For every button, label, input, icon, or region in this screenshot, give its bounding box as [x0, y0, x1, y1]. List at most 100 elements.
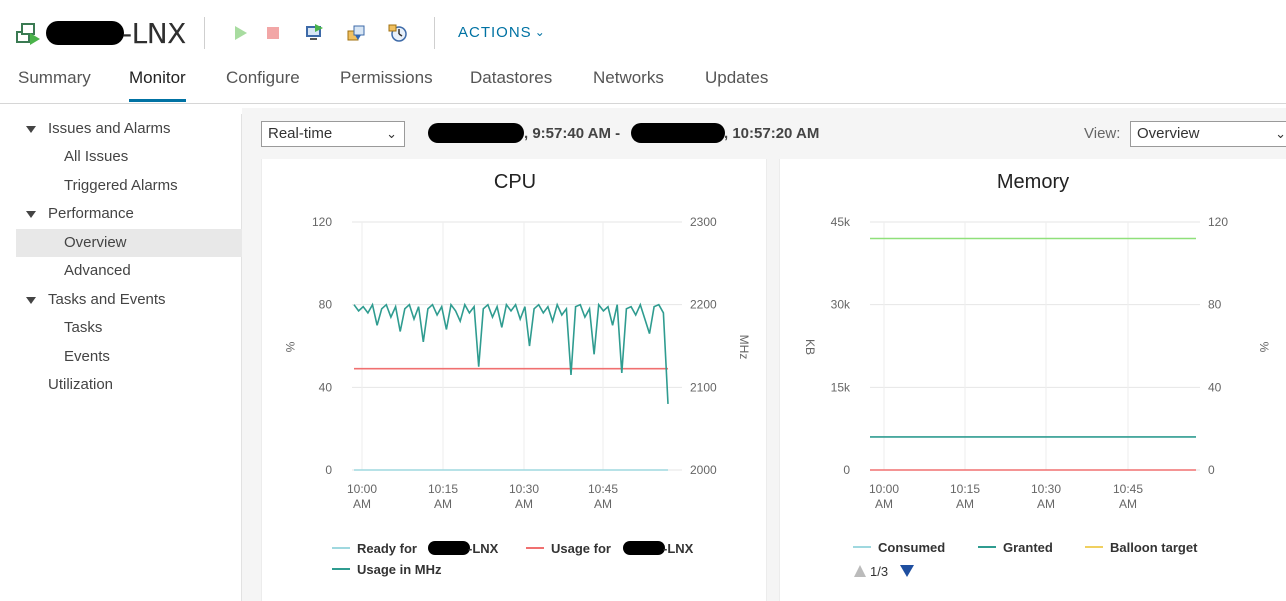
- actions-menu-button[interactable]: ACTIONS ⌄: [458, 24, 546, 41]
- y-right-tick-label: 80: [1208, 298, 1222, 312]
- legend-ready-suffix: -LNX: [468, 541, 499, 556]
- y-right-tick-label: 40: [1208, 380, 1222, 394]
- tab-monitor[interactable]: Monitor: [129, 68, 186, 102]
- memory-chart: Memory 45k 12030k 8015k 400 010:00AM10:15AM1…: [803, 171, 1271, 579]
- legend-page-down-icon[interactable]: [900, 565, 914, 577]
- object-tabs: Summary Monitor Configure Permissions Da…: [0, 60, 1286, 104]
- header-divider: [434, 17, 435, 49]
- actions-label: ACTIONS: [458, 24, 532, 41]
- nav-tasks-and-events[interactable]: Tasks and Events: [16, 286, 242, 314]
- nav-overview[interactable]: Overview: [16, 229, 242, 257]
- memory-y-left-label: KB: [803, 339, 817, 355]
- time-range-end: , 10:57:20 AM: [724, 125, 820, 142]
- legend-page-up-icon[interactable]: [854, 565, 866, 577]
- console-icon[interactable]: [304, 23, 324, 43]
- nav-triggered-alarms[interactable]: Triggered Alarms: [16, 172, 242, 200]
- migrate-icon[interactable]: [346, 23, 366, 43]
- y-right-tick-label: 120: [1208, 215, 1228, 229]
- vm-name-redaction: [46, 21, 124, 45]
- nav-issues-and-alarms[interactable]: Issues and Alarms: [16, 115, 242, 143]
- memory-gridlines: [870, 221, 1200, 471]
- x-tick-label: AM: [1119, 497, 1137, 511]
- legend-redaction: [623, 541, 665, 555]
- view-select[interactable]: Overview ⌄: [1130, 121, 1286, 147]
- nav-advanced[interactable]: Advanced: [16, 257, 242, 285]
- nav-all-issues[interactable]: All Issues: [16, 143, 242, 171]
- period-value: Real-time: [268, 125, 333, 142]
- y-right-tick-label: 0: [1208, 463, 1215, 477]
- tab-updates[interactable]: Updates: [705, 68, 768, 99]
- memory-chart-title: Memory: [997, 171, 1069, 193]
- cpu-chart-title: CPU: [494, 171, 536, 193]
- date-redaction: [428, 123, 524, 143]
- tab-configure[interactable]: Configure: [226, 68, 300, 99]
- cpu-tick-labels: 120 230080 220040 21000 200010:00AM10:15AM10…: [312, 215, 717, 511]
- y-right-tick-label: 2300: [690, 215, 717, 229]
- cpu-gridlines: [352, 221, 682, 471]
- x-tick-label: AM: [353, 497, 371, 511]
- x-tick-label: AM: [1037, 497, 1055, 511]
- snapshot-icon[interactable]: [388, 23, 408, 43]
- x-tick-label: 10:00: [347, 482, 377, 496]
- y-left-tick-label: 45k: [831, 215, 851, 229]
- x-tick-label: 10:45: [1113, 482, 1143, 496]
- header-divider: [204, 17, 205, 49]
- view-label: View:: [1084, 125, 1121, 142]
- legend-ready-label[interactable]: Ready for: [357, 541, 417, 556]
- legend-consumed-label[interactable]: Consumed: [878, 540, 945, 555]
- legend-mhz-label[interactable]: Usage in MHz: [357, 562, 442, 577]
- y-left-tick-label: 15k: [831, 380, 851, 394]
- object-header: -LNX ACTIONS ⌄: [0, 0, 1286, 60]
- cpu-y-left-label: %: [283, 342, 297, 353]
- time-range-start: , 9:57:40 AM -: [524, 125, 621, 142]
- y-right-tick-label: 2000: [690, 463, 717, 477]
- tab-datastores[interactable]: Datastores: [470, 68, 552, 99]
- chevron-down-icon: ⌄: [1275, 126, 1286, 141]
- monitor-sidebar: Issues and Alarms All Issues Triggered A…: [16, 114, 242, 601]
- power-off-icon[interactable]: [263, 23, 283, 43]
- power-on-icon[interactable]: [230, 23, 250, 43]
- cpu-chart-panel: CPU 120 2300 80 2200 40 2100 0 2000 10:00 AM 10:15…: [261, 159, 767, 601]
- cpu-chart: CPU 120 230080 220040 21000 200010:00AM10:15…: [283, 171, 751, 577]
- view-value: Overview: [1137, 125, 1200, 142]
- legend-usage-label[interactable]: Usage for: [551, 541, 611, 556]
- nav-events[interactable]: Events: [16, 343, 242, 371]
- x-tick-label: 10:30: [1031, 482, 1061, 496]
- y-left-tick-label: 120: [312, 215, 332, 229]
- y-left-tick-label: 30k: [831, 298, 851, 312]
- caret-down-icon: [26, 211, 36, 218]
- legend-balloon-label[interactable]: Balloon target: [1110, 540, 1198, 555]
- tab-permissions[interactable]: Permissions: [340, 68, 433, 99]
- y-left-tick-label: 0: [843, 463, 850, 477]
- tab-summary[interactable]: Summary: [18, 68, 91, 99]
- legend-granted-label[interactable]: Granted: [1003, 540, 1053, 555]
- period-select[interactable]: Real-time ⌄: [261, 121, 405, 147]
- nav-tasks[interactable]: Tasks: [16, 314, 242, 342]
- y-left-tick-label: 40: [319, 380, 333, 394]
- legend-redaction: [428, 541, 470, 555]
- x-tick-label: 10:00: [869, 482, 899, 496]
- chevron-down-icon: ⌄: [534, 25, 546, 39]
- caret-down-icon: [26, 126, 36, 133]
- chevron-down-icon: ⌄: [386, 126, 397, 141]
- x-tick-label: AM: [515, 497, 533, 511]
- memory-chart-panel: Memory 45k 120 30k 80 15k 40 0 0 10:00 AM 10:15 AM 1…: [779, 159, 1286, 601]
- vm-name: -LNX: [122, 17, 186, 50]
- memory-y-right-label: %: [1257, 342, 1271, 353]
- caret-down-icon: [26, 297, 36, 304]
- x-tick-label: 10:30: [509, 482, 539, 496]
- series-line-3: [353, 302, 669, 404]
- date-redaction: [631, 123, 725, 143]
- y-left-tick-label: 0: [325, 463, 332, 477]
- tab-networks[interactable]: Networks: [593, 68, 664, 99]
- x-tick-label: AM: [594, 497, 612, 511]
- nav-label: Performance: [48, 205, 134, 222]
- nav-performance[interactable]: Performance: [16, 200, 242, 228]
- nav-label: Tasks and Events: [48, 291, 166, 308]
- memory-tick-labels: 45k 12030k 8015k 400 010:00AM10:15AM10:30AM1…: [831, 215, 1229, 511]
- x-tick-label: 10:15: [428, 482, 458, 496]
- y-right-tick-label: 2200: [690, 298, 717, 312]
- cpu-y-right-label: MHz: [737, 335, 751, 360]
- nav-utilization[interactable]: Utilization: [16, 371, 242, 399]
- legend-usage-suffix: -LNX: [663, 541, 694, 556]
